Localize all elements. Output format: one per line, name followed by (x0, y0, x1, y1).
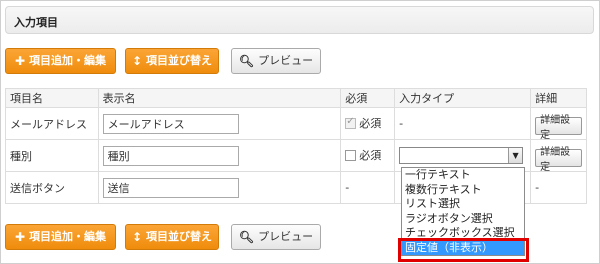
required-checkbox (345, 116, 357, 129)
reorder-label: 項目並び替え (146, 230, 213, 243)
table-row: メールアドレス 必須 - 詳細設定 (5, 107, 587, 141)
field-name: 送信ボタン (5, 171, 99, 204)
required-checkbox-group[interactable]: 必須 (345, 147, 381, 163)
reorder-button-bottom[interactable]: ↕ 項目並び替え (125, 224, 219, 250)
input-type-value: - (394, 107, 532, 140)
add-edit-label: 項目追加・編集 (29, 230, 107, 243)
display-name-input[interactable] (102, 177, 239, 198)
search-icon: 🔍︎ (238, 230, 255, 244)
required-label: 必須 (359, 149, 382, 163)
section-header: 入力項目 (5, 6, 594, 34)
table-header-row: 項目名 表示名 必須 入力タイプ 詳細 (5, 88, 587, 108)
required-checkbox-group: 必須 (345, 115, 381, 131)
plus-icon: ✚ (14, 230, 26, 244)
plus-icon: ✚ (14, 54, 26, 68)
dropdown-option-radio[interactable]: ラジオボタン選択 (402, 212, 524, 227)
col-header-required: 必須 (340, 88, 396, 108)
input-type-select[interactable]: ▼ (399, 147, 524, 164)
required-dash: - (340, 171, 396, 204)
add-edit-label: 項目追加・編集 (29, 54, 107, 67)
required-label: 必須 (359, 117, 382, 131)
add-edit-button-bottom[interactable]: ✚ 項目追加・編集 (5, 224, 116, 250)
detail-settings-button[interactable]: 詳細設定 (535, 147, 582, 173)
preview-button[interactable]: 🔍︎ プレビュー (231, 48, 321, 74)
display-name-input[interactable] (102, 145, 239, 166)
dropdown-option-multi-line[interactable]: 複数行テキスト (402, 183, 524, 198)
detail-settings-button[interactable]: 詳細設定 (535, 115, 582, 141)
col-header-display: 表示名 (97, 88, 342, 108)
preview-label: プレビュー (258, 54, 314, 67)
reorder-button[interactable]: ↕ 項目並び替え (125, 48, 219, 74)
field-name: メールアドレス (5, 107, 99, 140)
input-type-dropdown-list: 一行テキスト 複数行テキスト リスト選択 ラジオボタン選択 チェックボックス選択… (401, 167, 525, 256)
dropdown-option-checkbox[interactable]: チェックボックス選択 (402, 226, 524, 241)
dropdown-option-fixed-hidden[interactable]: 固定値（非表示） (402, 240, 524, 255)
col-header-detail: 詳細 (530, 88, 587, 108)
add-edit-button[interactable]: ✚ 項目追加・編集 (5, 48, 116, 74)
reorder-label: 項目並び替え (146, 54, 213, 67)
col-header-input-type: 入力タイプ (394, 88, 532, 108)
display-name-input[interactable] (102, 113, 239, 134)
detail-dash: - (530, 171, 587, 204)
chevron-down-icon[interactable]: ▼ (508, 148, 523, 163)
up-down-arrow-icon: ↕ (131, 230, 143, 244)
required-checkbox[interactable] (345, 149, 357, 161)
section-title: 入力項目 (14, 16, 58, 29)
dropdown-option-single-line[interactable]: 一行テキスト (402, 168, 524, 183)
field-name: 種別 (5, 139, 99, 172)
preview-button-bottom[interactable]: 🔍︎ プレビュー (231, 224, 321, 250)
preview-label: プレビュー (258, 230, 314, 243)
dropdown-option-list[interactable]: リスト選択 (402, 197, 524, 212)
col-header-name: 項目名 (5, 88, 99, 108)
up-down-arrow-icon: ↕ (131, 54, 143, 68)
search-icon: 🔍︎ (238, 54, 255, 68)
